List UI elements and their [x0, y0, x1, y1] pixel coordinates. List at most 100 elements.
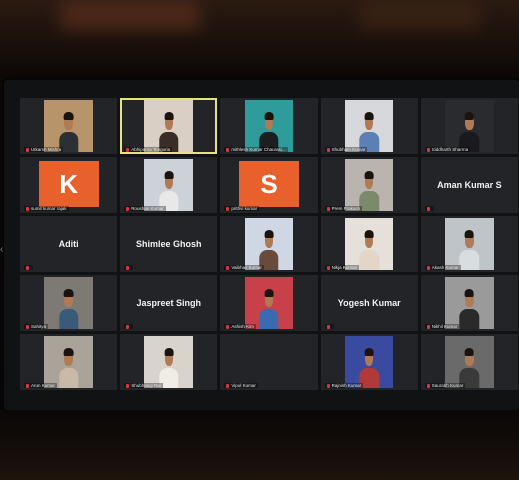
- participant-tile[interactable]: Abhiparna Tenguria: [120, 98, 218, 154]
- participant-name-label: Akash Kumar: [424, 265, 461, 270]
- participant-tile[interactable]: Nikja Kumari: [320, 216, 418, 272]
- participant-tile[interactable]: Arun Kumar: [20, 334, 118, 390]
- participant-name-label: Prem Prakash: [324, 206, 363, 211]
- participant-name-label: Rajnish Kumar: [324, 383, 364, 388]
- participant-video: [445, 277, 494, 329]
- participant-name: Abhiparna Tenguria: [131, 147, 171, 152]
- participant-name: Vipul Kumar: [231, 383, 256, 388]
- participant-tile[interactable]: Siddharth Sharma: [420, 98, 518, 154]
- participant-tile[interactable]: Shubham Kumar: [320, 98, 418, 154]
- participant-name: Nikja Kumari: [331, 265, 358, 270]
- participant-tile[interactable]: Akash Kumar: [420, 216, 518, 272]
- participant-tile[interactable]: Rajnish Kumar: [320, 334, 418, 390]
- avatar-initial: K: [38, 161, 99, 207]
- participant-tile[interactable]: Saurabh Kumar: [420, 334, 518, 390]
- mic-muted-icon: [326, 324, 330, 329]
- participant-name: Shubham Kumar: [331, 147, 366, 152]
- mic-muted-icon: [226, 206, 230, 211]
- participant-video: [445, 218, 494, 270]
- laptop-screen: Utkarsh Mishra Abhiparna Tenguria mithlesh…: [4, 80, 519, 410]
- participant-name-label: Ashish Kim: [224, 324, 256, 329]
- participant-tile[interactable]: Roushan Kumar: [120, 157, 218, 213]
- participant-name: Saurabh Kumar: [431, 383, 464, 388]
- mic-muted-icon: [26, 383, 29, 388]
- participant-name-label: Vaibhav Kumar: [224, 265, 264, 270]
- participant-video: [144, 159, 194, 211]
- participant-video: [344, 100, 394, 152]
- participant-name-label: sumit kumar rajak: [24, 206, 69, 211]
- participant-figure: [459, 287, 480, 329]
- mic-muted-icon: [226, 147, 230, 152]
- participant-figure: [58, 287, 79, 329]
- participant-figure: [459, 228, 480, 270]
- participant-video: [344, 159, 394, 211]
- participant-name: prithvi kumar: [231, 206, 258, 211]
- mic-muted-icon: [226, 383, 230, 388]
- participant-video: [44, 336, 93, 388]
- participant-figure: [259, 110, 279, 152]
- participant-name-label: Siddharth Sharma: [424, 147, 471, 152]
- mic-muted-icon: [226, 324, 230, 329]
- mic-muted-icon: [26, 147, 29, 152]
- participant-tile[interactable]: Utkarsh Mishra: [20, 98, 118, 154]
- participant-name-label: mithlesh Kumar Chaurasi...: [224, 147, 288, 152]
- participant-tile[interactable]: Ksumit kumar rajak: [20, 157, 118, 213]
- participant-tile[interactable]: mithlesh Kumar Chaurasi...: [220, 98, 318, 154]
- participant-name: mithlesh Kumar Chaurasi...: [231, 147, 286, 152]
- mic-muted-icon: [426, 324, 430, 329]
- participant-name-label: Utkarsh Mishra: [24, 147, 64, 152]
- participant-name: Siddharth Sharma: [431, 147, 469, 152]
- participant-figure: [159, 169, 179, 211]
- participant-tile[interactable]: Aman Kumar S: [420, 157, 518, 213]
- laptop-bezel: [0, 410, 519, 480]
- participant-name-label: Arun Kumar: [24, 383, 58, 388]
- participant-figure: [359, 110, 379, 152]
- participant-video: [445, 100, 494, 152]
- participant-tile[interactable]: Shubhangi Rai: [120, 334, 218, 390]
- participant-video: [244, 218, 294, 270]
- mic-muted-icon: [326, 147, 330, 152]
- participant-name: Ashish Kim: [231, 324, 254, 329]
- participant-figure: [459, 110, 480, 152]
- participant-tile[interactable]: Sprithvi kumar: [220, 157, 318, 213]
- mic-muted-icon: [126, 265, 130, 270]
- participant-figure: [259, 228, 279, 270]
- participant-name-label: [24, 265, 33, 270]
- participant-display-name: Aditi: [58, 239, 79, 249]
- participant-tile[interactable]: Vipul Kumar: [220, 334, 318, 390]
- mic-muted-icon: [326, 206, 330, 211]
- participant-name-label: Saurabh Kumar: [424, 383, 466, 388]
- participant-tile[interactable]: Jaspreet Singh: [120, 275, 218, 331]
- mic-muted-icon: [426, 206, 430, 211]
- mic-muted-icon: [26, 206, 29, 211]
- participant-video: [44, 277, 93, 329]
- mic-muted-icon: [126, 324, 130, 329]
- participant-name: Sahitya: [31, 324, 47, 329]
- participant-display-name: Jaspreet Singh: [136, 298, 202, 308]
- participant-tile[interactable]: Nikhil Kumar: [420, 275, 518, 331]
- mic-muted-icon: [326, 383, 330, 388]
- participant-name-label: prithvi kumar: [224, 206, 260, 211]
- participant-tile[interactable]: Yogesh Kumar: [320, 275, 418, 331]
- mic-muted-icon: [26, 324, 29, 329]
- mic-muted-icon: [426, 383, 430, 388]
- participant-figure: [58, 346, 79, 388]
- mic-muted-icon: [426, 147, 430, 152]
- participant-name: Rajnish Kumar: [331, 383, 362, 388]
- participant-figure: [359, 346, 379, 388]
- mic-muted-icon: [126, 147, 130, 152]
- participant-tile[interactable]: Sahitya: [20, 275, 118, 331]
- participant-name-label: [124, 265, 134, 270]
- participant-tile[interactable]: Ashish Kim: [220, 275, 318, 331]
- scroll-left-icon[interactable]: ‹: [0, 244, 3, 255]
- participant-tile[interactable]: Aditi: [20, 216, 118, 272]
- participant-name: Utkarsh Mishra: [31, 147, 62, 152]
- participant-tile[interactable]: Shimlee Ghosh: [120, 216, 218, 272]
- participant-name: Roushan Kumar: [131, 206, 164, 211]
- mic-muted-icon: [126, 383, 130, 388]
- participant-tile[interactable]: Prem Prakash: [320, 157, 418, 213]
- participant-display-name: Shimlee Ghosh: [136, 239, 202, 249]
- participant-video: [144, 100, 194, 152]
- participant-tile[interactable]: Vaibhav Kumar: [220, 216, 318, 272]
- participant-video: [445, 336, 494, 388]
